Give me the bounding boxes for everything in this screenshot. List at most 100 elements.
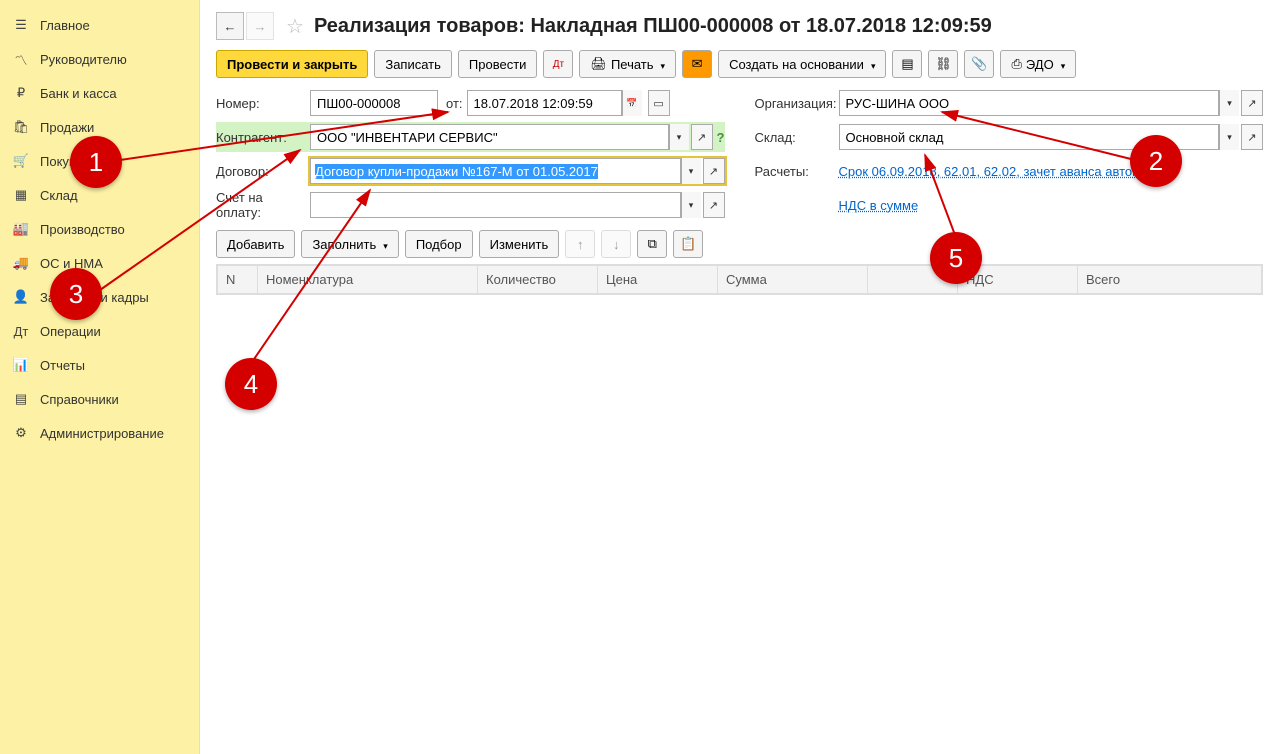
sidebar-item-assets[interactable]: 🚚 ОС и НМА: [0, 246, 199, 280]
sidebar-item-label: Администрирование: [40, 426, 164, 441]
post-button[interactable]: Провести: [458, 50, 538, 78]
warehouse-open-icon[interactable]: ↗: [1241, 124, 1263, 150]
forward-button[interactable]: →: [246, 12, 274, 40]
callout-2: 2: [1130, 135, 1182, 187]
create-based-label: Создать на основании: [729, 57, 864, 72]
ops-icon: Дт: [12, 322, 30, 340]
factory-icon: 🏭: [12, 220, 30, 238]
email-button[interactable]: ✉: [682, 50, 712, 78]
back-button[interactable]: ←: [216, 12, 244, 40]
trend-icon: 〽: [12, 50, 30, 68]
sidebar-item-refs[interactable]: ▤ Справочники: [0, 382, 199, 416]
ruble-icon: ₽: [12, 84, 30, 102]
list-button[interactable]: ▤: [892, 50, 922, 78]
vat-link[interactable]: НДС в сумме: [839, 198, 919, 213]
create-based-button[interactable]: Создать на основании: [718, 50, 886, 78]
change-button[interactable]: Изменить: [479, 230, 560, 258]
truck-icon: 🚚: [12, 254, 30, 272]
sidebar-item-label: Склад: [40, 188, 78, 203]
counterparty-open-icon[interactable]: ↗: [691, 124, 713, 150]
contract-input[interactable]: Договор купли-продажи №167-М от 01.05.20…: [310, 158, 681, 184]
help-icon[interactable]: ?: [717, 130, 725, 145]
menu-icon: ☰: [12, 16, 30, 34]
number-label: Номер:: [216, 96, 310, 111]
sidebar-item-bank[interactable]: ₽ Банк и касса: [0, 76, 199, 110]
save-button[interactable]: Записать: [374, 50, 452, 78]
callout-3: 3: [50, 268, 102, 320]
star-icon[interactable]: ☆: [286, 14, 304, 39]
attach-button[interactable]: 📎: [964, 50, 994, 78]
page-title: Реализация товаров: Накладная ПШ00-00000…: [314, 15, 992, 38]
copy-button[interactable]: ⧉: [637, 230, 667, 258]
col-n[interactable]: N: [218, 266, 258, 294]
add-button[interactable]: Добавить: [216, 230, 295, 258]
gear-icon: ⚙: [12, 424, 30, 442]
org-label: Организация:: [755, 96, 839, 111]
bag-icon: 🛍: [12, 118, 30, 136]
move-up-button[interactable]: ↑: [565, 230, 595, 258]
contract-open-icon[interactable]: ↗: [703, 158, 725, 184]
boxes-icon: ▦: [12, 186, 30, 204]
col-price[interactable]: Цена: [598, 266, 718, 294]
main-content: ← → ☆ Реализация товаров: Накладная ПШ00…: [200, 0, 1279, 754]
sidebar-item-label: Отчеты: [40, 358, 85, 373]
warehouse-label: Склад:: [755, 130, 839, 145]
cart-icon: 🛒: [12, 152, 30, 170]
items-table: N Номенклатура Количество Цена Сумма НДС…: [216, 264, 1263, 295]
counterparty-label: Контрагент:: [216, 130, 310, 145]
person-icon: 👤: [12, 288, 30, 306]
sidebar-item-manager[interactable]: 〽 Руководителю: [0, 42, 199, 76]
invoice-input[interactable]: [310, 192, 681, 218]
sidebar-item-admin[interactable]: ⚙ Администрирование: [0, 416, 199, 450]
counterparty-input[interactable]: [310, 124, 669, 150]
number-input[interactable]: [310, 90, 438, 116]
sidebar-item-label: Руководителю: [40, 52, 127, 67]
col-qty[interactable]: Количество: [478, 266, 598, 294]
callout-5: 5: [930, 232, 982, 284]
col-nomenclature[interactable]: Номенклатура: [258, 266, 478, 294]
invoice-label: Счет на оплату:: [216, 190, 310, 220]
date-input[interactable]: [467, 90, 622, 116]
sidebar-item-label: Банк и касса: [40, 86, 117, 101]
calc-label: Расчеты:: [755, 164, 839, 179]
sidebar-item-label: Продажи: [40, 120, 94, 135]
post-close-button[interactable]: Провести и закрыть: [216, 50, 368, 78]
col-total[interactable]: Всего: [1078, 266, 1262, 294]
calendar-icon[interactable]: 📅: [622, 90, 642, 116]
callout-1: 1: [70, 136, 122, 188]
edo-label: ЭДО: [1026, 57, 1054, 72]
edo-button[interactable]: ⎙ ЭДО: [1000, 50, 1076, 78]
items-toolbar: Добавить Заполнить Подбор Изменить ↑ ↓ ⧉…: [216, 230, 1263, 258]
sidebar-item-label: Производство: [40, 222, 125, 237]
sidebar-item-label: Справочники: [40, 392, 119, 407]
sidebar-item-operations[interactable]: Дт Операции: [0, 314, 199, 348]
paste-button[interactable]: 📋: [673, 230, 703, 258]
org-open-icon[interactable]: ↗: [1241, 90, 1263, 116]
document-toolbar: Провести и закрыть Записать Провести Дт …: [216, 50, 1263, 78]
org-input[interactable]: [839, 90, 1220, 116]
col-sum[interactable]: Сумма: [718, 266, 868, 294]
contract-dropdown-icon[interactable]: ▾: [681, 158, 701, 184]
contract-label: Договор:: [216, 164, 310, 179]
print-button[interactable]: 🖨 Печать: [579, 50, 676, 78]
sidebar: ☰ Главное 〽 Руководителю ₽ Банк и касса …: [0, 0, 200, 754]
fill-button[interactable]: Заполнить: [301, 230, 398, 258]
sidebar-item-label: Главное: [40, 18, 90, 33]
move-down-button[interactable]: ↓: [601, 230, 631, 258]
calc-link[interactable]: Срок 06.09.2018, 62.01, 62.02, зачет ава…: [839, 164, 1154, 179]
dtkt-button[interactable]: Дт: [543, 50, 573, 78]
contract-value: Договор купли-продажи №167-М от 01.05.20…: [315, 164, 598, 179]
org-dropdown-icon[interactable]: ▾: [1219, 90, 1239, 116]
structure-button[interactable]: ⛓: [928, 50, 958, 78]
sidebar-item-production[interactable]: 🏭 Производство: [0, 212, 199, 246]
doc-type-icon[interactable]: ▭: [648, 90, 670, 116]
callout-4: 4: [225, 358, 277, 410]
sidebar-item-main[interactable]: ☰ Главное: [0, 8, 199, 42]
counterparty-dropdown-icon[interactable]: ▾: [669, 124, 689, 150]
warehouse-dropdown-icon[interactable]: ▾: [1219, 124, 1239, 150]
invoice-dropdown-icon[interactable]: ▾: [681, 192, 701, 218]
sidebar-item-label: Операции: [40, 324, 101, 339]
sidebar-item-reports[interactable]: 📊 Отчеты: [0, 348, 199, 382]
invoice-open-icon[interactable]: ↗: [703, 192, 725, 218]
select-button[interactable]: Подбор: [405, 230, 473, 258]
